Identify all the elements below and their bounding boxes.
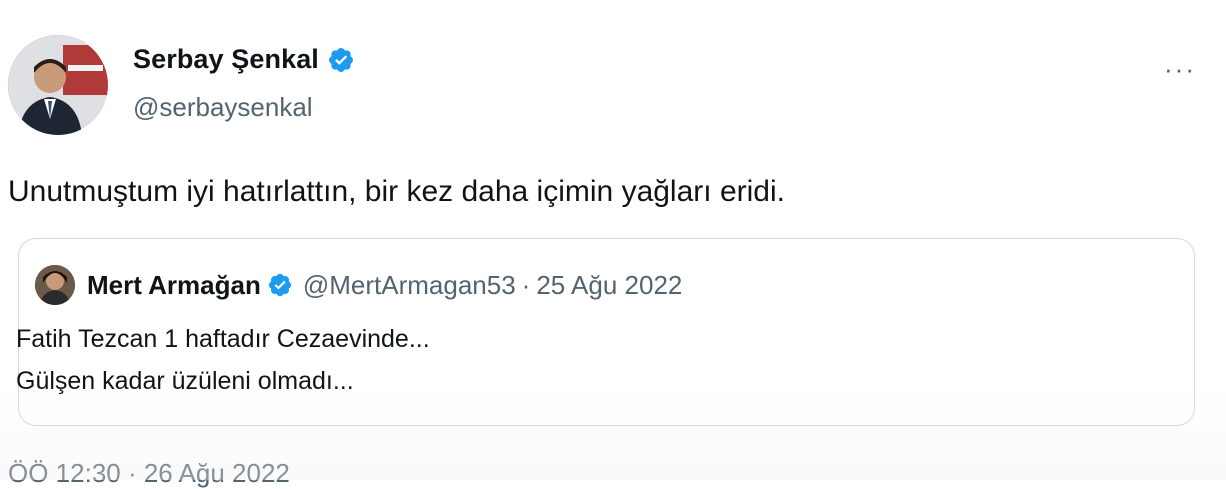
author-name[interactable]: Serbay Şenkal bbox=[133, 44, 319, 75]
quoted-tweet-header: Mert Armağan @MertArmagan53 · 25 Ağu 202… bbox=[35, 265, 682, 305]
tweet-timestamp[interactable]: ÖÖ 12:30 · 26 Ağu 2022 bbox=[8, 458, 290, 489]
quoted-author-name[interactable]: Mert Armağan bbox=[87, 270, 261, 301]
verified-badge-icon bbox=[327, 46, 355, 74]
quoted-author-handle[interactable]: @MertArmagan53 bbox=[303, 270, 516, 301]
more-options-icon[interactable]: ··· bbox=[1164, 54, 1196, 85]
quoted-verified-badge-icon bbox=[267, 272, 293, 298]
tweet-card: Serbay Şenkal @serbaysenkal ··· Unutmuşt… bbox=[0, 0, 1226, 488]
author-avatar[interactable] bbox=[8, 35, 108, 135]
quoted-author-avatar[interactable] bbox=[35, 265, 75, 305]
tweet-text: Unutmuştum iyi hatırlattın, bir kez daha… bbox=[8, 175, 785, 208]
author-name-row: Serbay Şenkal bbox=[133, 44, 355, 75]
quoted-separator: · bbox=[521, 269, 531, 300]
quoted-text-line-2: Gülşen kadar üzüleni olmadı... bbox=[16, 367, 354, 395]
author-handle[interactable]: @serbaysenkal bbox=[133, 92, 313, 123]
quoted-text-line-1: Fatih Tezcan 1 haftadır Cezaevinde... bbox=[16, 325, 430, 353]
quoted-date[interactable]: 25 Ağu 2022 bbox=[536, 270, 682, 301]
